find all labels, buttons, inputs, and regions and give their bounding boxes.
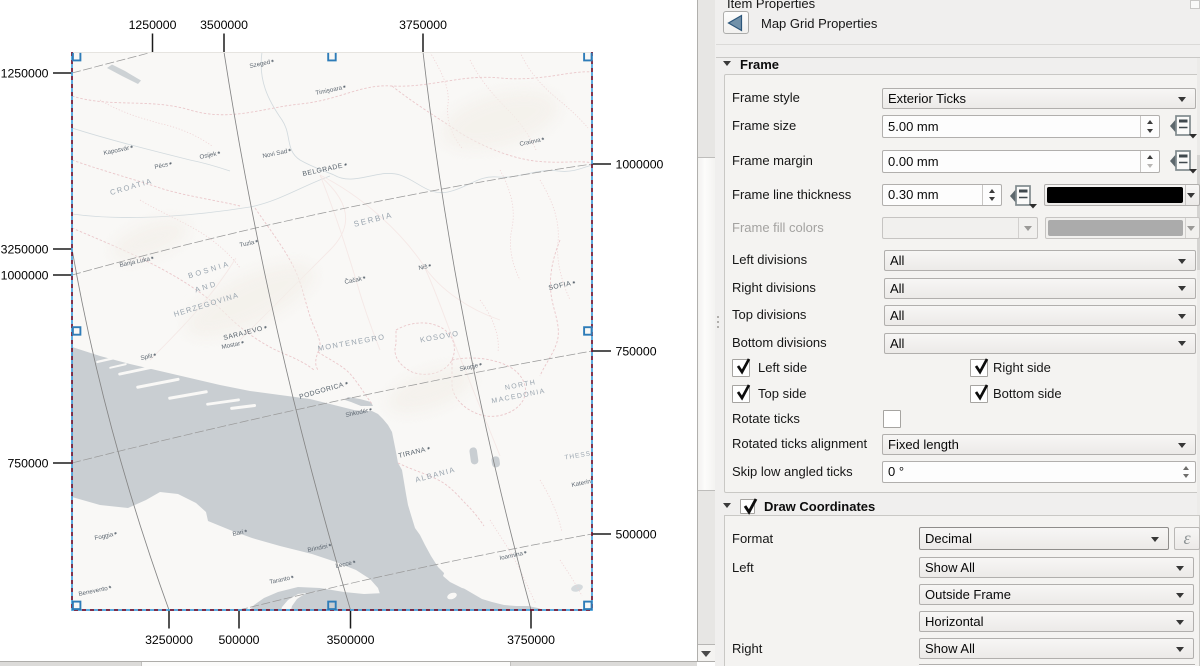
svg-text:3500000: 3500000 — [327, 633, 375, 647]
svg-text:500000: 500000 — [616, 527, 657, 541]
svg-text:1250000: 1250000 — [1, 66, 49, 80]
svg-text:3250000: 3250000 — [145, 633, 193, 647]
svg-text:750000: 750000 — [616, 344, 657, 358]
svg-text:3750000: 3750000 — [507, 633, 555, 647]
svg-text:3250000: 3250000 — [1, 242, 49, 256]
svg-text:1250000: 1250000 — [129, 18, 177, 32]
svg-text:1000000: 1000000 — [616, 157, 664, 171]
svg-text:3750000: 3750000 — [399, 18, 447, 32]
svg-text:3500000: 3500000 — [200, 18, 248, 32]
svg-text:750000: 750000 — [7, 456, 48, 470]
svg-text:500000: 500000 — [218, 633, 259, 647]
svg-text:1000000: 1000000 — [1, 268, 49, 282]
